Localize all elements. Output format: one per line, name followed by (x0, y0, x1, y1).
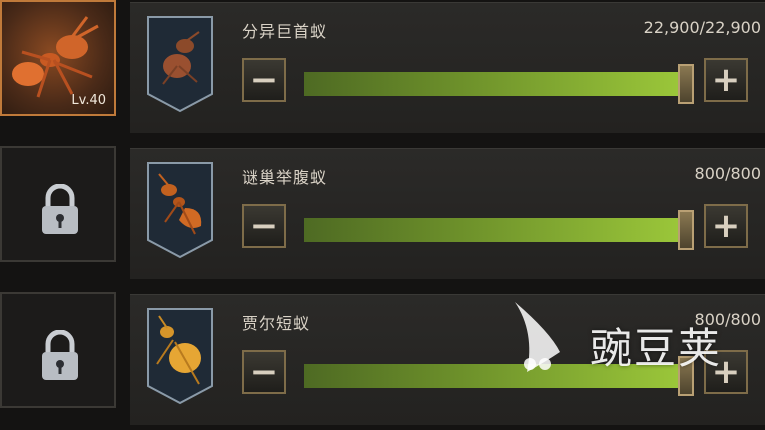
unit-level: Lv.40 (71, 93, 106, 108)
unit-name: 谜巢举腹蚁 (242, 168, 328, 187)
unit-name: 分异巨首蚁 (242, 22, 328, 41)
slider-handle[interactable] (678, 210, 694, 250)
unit-card-1[interactable] (145, 14, 215, 114)
ant-card-icon (147, 16, 213, 113)
unit-slot-3[interactable] (0, 292, 116, 408)
decrease-button[interactable]: − (242, 58, 286, 102)
unit-card-2[interactable] (145, 160, 215, 260)
unit-row-1: Lv.40 分异巨首蚁 22,900/22,900 − + (0, 0, 765, 138)
unit-card-3[interactable] (145, 306, 215, 406)
increase-button[interactable]: + (704, 204, 748, 248)
unit-name: 贾尔短蚁 (242, 314, 311, 333)
unit-count: 800/800 (694, 164, 761, 183)
quantity-slider[interactable] (304, 218, 686, 242)
decrease-button[interactable]: − (242, 204, 286, 248)
ant-card-icon (147, 162, 213, 259)
watermark-text: 豌豆荚 (590, 324, 723, 373)
decrease-button[interactable]: − (242, 350, 286, 394)
unit-slot-2[interactable] (0, 146, 116, 262)
slider-fill (304, 72, 686, 96)
lock-icon (42, 184, 78, 234)
row-background (130, 148, 765, 279)
slider-fill (304, 218, 686, 242)
unit-slot-1[interactable]: Lv.40 (0, 0, 116, 116)
lock-icon (42, 330, 78, 380)
slider-handle[interactable] (678, 64, 694, 104)
quantity-slider[interactable] (304, 72, 686, 96)
unit-count: 22,900/22,900 (643, 18, 761, 37)
unit-row-2: 谜巢举腹蚁 800/800 − + (0, 146, 765, 284)
increase-button[interactable]: + (704, 58, 748, 102)
ant-card-icon (147, 308, 213, 405)
